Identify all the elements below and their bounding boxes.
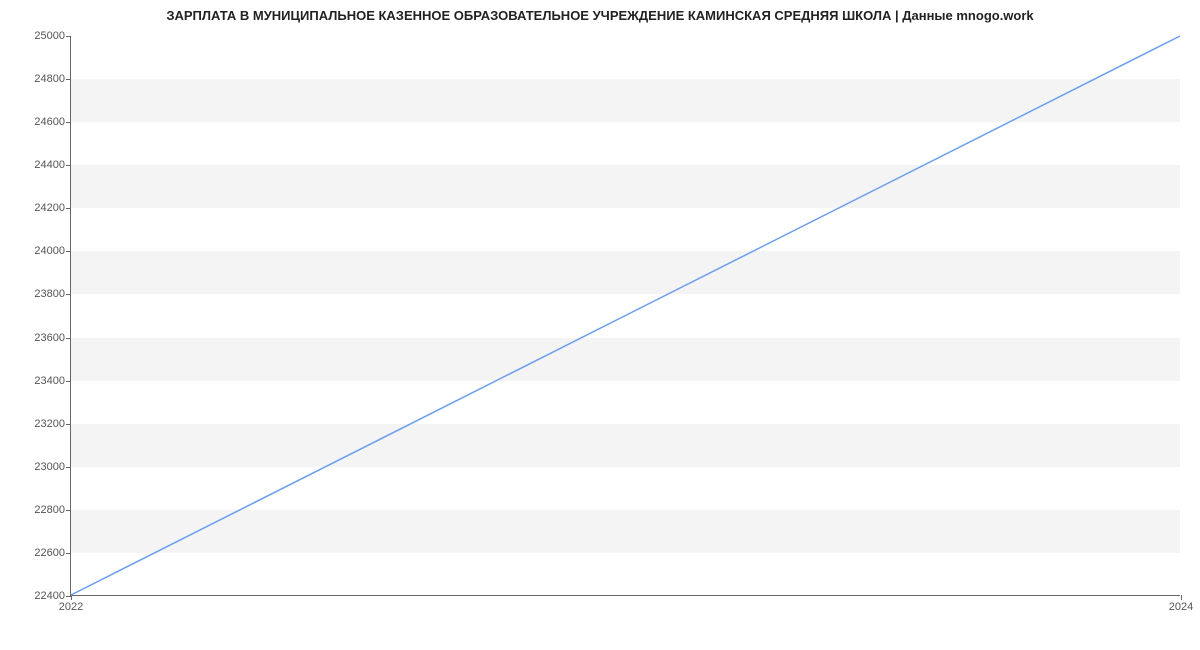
y-tick-label: 22600 <box>34 547 65 559</box>
y-tick-label: 24200 <box>34 202 65 214</box>
y-tick-label: 24800 <box>34 73 65 85</box>
x-tick-mark <box>1181 595 1182 600</box>
chart-plot-area: 2240022600228002300023200234002360023800… <box>70 36 1180 596</box>
y-tick-label: 22800 <box>34 504 65 516</box>
y-tick-label: 23000 <box>34 461 65 473</box>
y-tick-label: 23400 <box>34 375 65 387</box>
x-tick-label: 2024 <box>1169 601 1193 613</box>
y-tick-label: 24600 <box>34 116 65 128</box>
y-tick-label: 24400 <box>34 159 65 171</box>
y-tick-label: 23800 <box>34 288 65 300</box>
line-layer <box>71 36 1180 595</box>
y-tick-label: 23600 <box>34 332 65 344</box>
x-tick-mark <box>71 595 72 600</box>
chart-title: ЗАРПЛАТА В МУНИЦИПАЛЬНОЕ КАЗЕННОЕ ОБРАЗО… <box>0 0 1200 23</box>
y-tick-label: 25000 <box>34 30 65 42</box>
y-tick-label: 23200 <box>34 418 65 430</box>
x-tick-label: 2022 <box>59 601 83 613</box>
y-tick-label: 24000 <box>34 245 65 257</box>
data-series-line <box>71 36 1180 595</box>
plot-frame: 2240022600228002300023200234002360023800… <box>70 36 1180 596</box>
